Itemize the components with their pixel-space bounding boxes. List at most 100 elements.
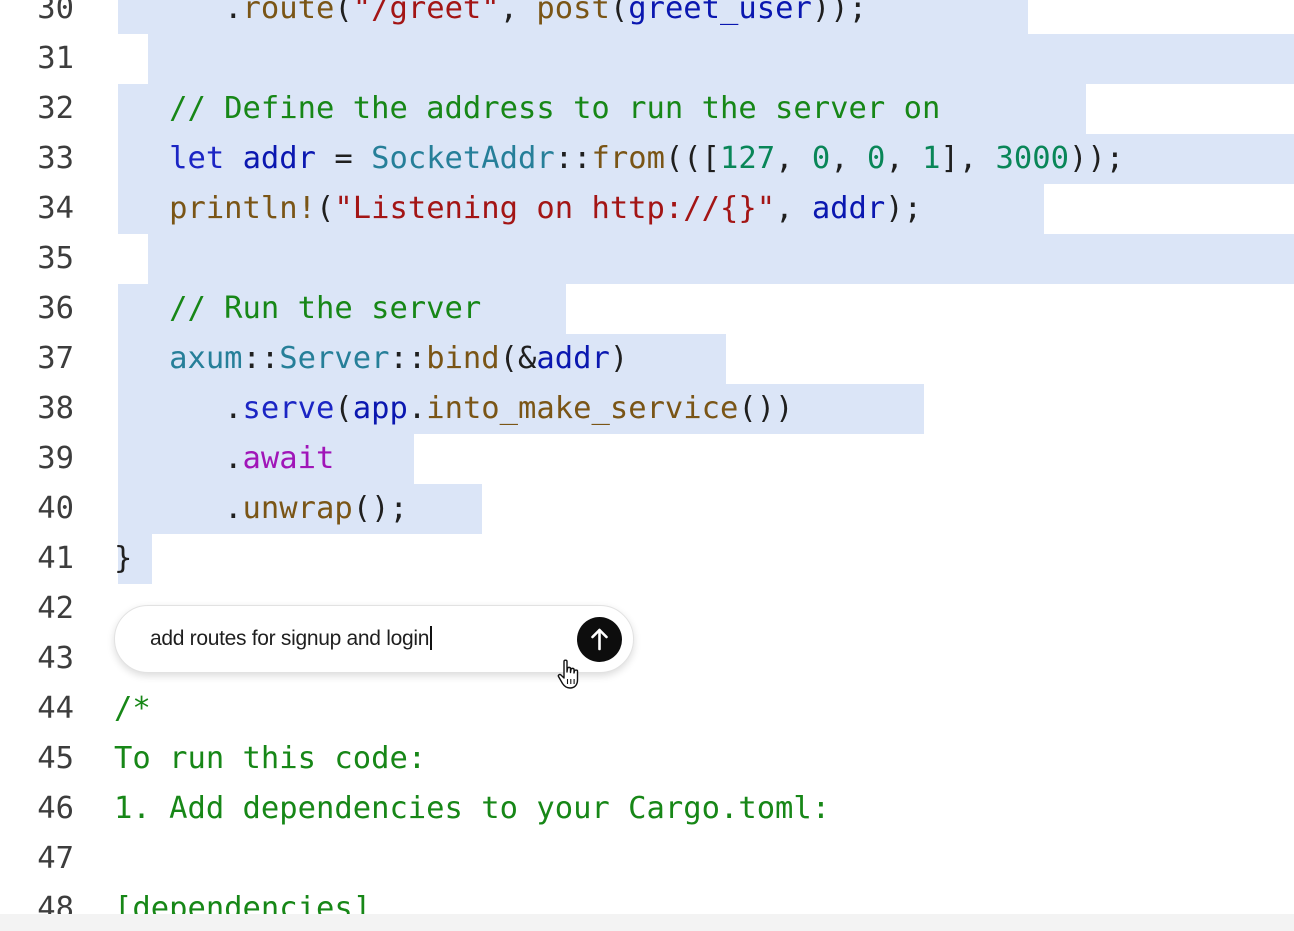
code-editor[interactable]: 30 .route("/greet", post(greet_user)); 31… — [0, 0, 1294, 914]
code-token: 1. Add dependencies to your Cargo.toml: — [114, 791, 831, 826]
line-number: 30 — [37, 0, 74, 26]
code-text: To run this code: — [114, 734, 426, 784]
code-token: route — [242, 0, 335, 26]
code-token: , — [775, 191, 812, 226]
code-token: ) — [609, 341, 629, 376]
code-token: )); — [811, 0, 867, 26]
code-line[interactable]: 48 [dependencies] — [0, 884, 1294, 914]
code-token: addr — [536, 341, 610, 376]
code-token: . — [114, 491, 243, 526]
code-line[interactable]: 46 1. Add dependencies to your Cargo.toml… — [0, 784, 1294, 834]
line-number: 40 — [37, 491, 74, 526]
text-caret — [430, 626, 432, 650]
code-token: , — [885, 141, 923, 176]
code-token: (); — [352, 491, 408, 526]
code-line[interactable]: 39 .await — [0, 434, 1294, 484]
code-text: // Run the server — [114, 284, 481, 334]
line-number: 33 — [37, 141, 74, 176]
prompt-input[interactable]: add routes for signup and login — [150, 626, 432, 651]
code-line[interactable]: 32 // Define the address to run the serv… — [0, 84, 1294, 134]
code-token: ); — [885, 191, 922, 226]
line-number: 42 — [37, 591, 74, 626]
code-token: , — [499, 0, 537, 26]
code-token: (([ — [664, 141, 721, 176]
line-number: 48 — [37, 891, 74, 914]
code-token: // Run the server — [114, 291, 482, 326]
code-token: :: — [554, 141, 592, 176]
code-text: .await — [114, 434, 334, 484]
line-number: 31 — [37, 41, 74, 76]
code-line[interactable]: 31 — [0, 34, 1294, 84]
selection-highlight — [148, 34, 1294, 84]
code-line[interactable]: 45 To run this code: — [0, 734, 1294, 784]
code-token: , — [830, 141, 867, 176]
code-token: // Define the address to run the server … — [114, 91, 941, 126]
code-line[interactable]: 30 .route("/greet", post(greet_user)); — [0, 0, 1294, 34]
code-token: ( — [316, 191, 335, 226]
code-text: 1. Add dependencies to your Cargo.toml: — [114, 784, 830, 834]
line-number: 39 — [37, 441, 74, 476]
code-line[interactable]: 47 — [0, 834, 1294, 884]
code-token: "/greet" — [352, 0, 500, 26]
code-text: .unwrap(); — [114, 484, 408, 534]
code-line[interactable]: 36 // Run the server — [0, 284, 1294, 334]
line-number: 36 — [37, 291, 74, 326]
code-token: let — [169, 141, 225, 176]
code-text: // Define the address to run the server … — [114, 84, 940, 134]
code-token: addr — [242, 141, 317, 176]
code-line[interactable]: 34 println!("Listening on http://{}", ad… — [0, 184, 1294, 234]
line-number: 37 — [37, 341, 74, 376]
code-token: . — [114, 441, 243, 476]
code-token: axum — [169, 341, 243, 376]
code-token: SocketAddr — [371, 141, 555, 176]
line-number: 45 — [37, 741, 74, 776]
code-text: println!("Listening on http://{}", addr)… — [114, 184, 922, 234]
code-token: "Listening on http://{}" — [334, 191, 776, 226]
code-token: )); — [1069, 141, 1125, 176]
code-text: .serve(app.into_make_service()) — [114, 384, 793, 434]
code-token: 0 — [811, 141, 831, 176]
code-line[interactable]: 41} — [0, 534, 1294, 584]
line-number: 44 — [37, 691, 74, 726]
send-button[interactable] — [577, 617, 622, 662]
code-token: 1 — [922, 141, 941, 176]
code-token: ], — [940, 141, 996, 176]
line-number: 35 — [37, 241, 74, 276]
code-line[interactable]: 44 /* — [0, 684, 1294, 734]
code-token: . — [407, 391, 427, 426]
code-token: 0 — [866, 141, 886, 176]
code-line[interactable]: 35 — [0, 234, 1294, 284]
code-line[interactable]: 40 .unwrap(); — [0, 484, 1294, 534]
code-text: .route("/greet", post(greet_user)); — [114, 0, 867, 34]
code-token: = — [316, 141, 372, 176]
code-text: axum::Server::bind(&addr) — [114, 334, 628, 384]
editor-bottom-bar — [0, 914, 1294, 931]
code-line[interactable]: 37 axum::Server::bind(&addr) — [0, 334, 1294, 384]
line-number: 47 — [37, 841, 74, 876]
hand-pointer-icon — [557, 659, 579, 689]
code-text: let addr = SocketAddr::from(([127, 0, 0,… — [114, 134, 1124, 184]
code-token: [dependencies] — [114, 891, 372, 914]
code-token: unwrap — [242, 491, 353, 526]
code-line[interactable]: 38 .serve(app.into_make_service()) — [0, 384, 1294, 434]
code-token: , — [775, 141, 812, 176]
code-token: greet_user — [628, 0, 812, 26]
line-number: 34 — [37, 191, 74, 226]
prompt-input-text: add routes for signup and login — [150, 627, 430, 650]
code-token: app — [352, 391, 408, 426]
code-token: (& — [499, 341, 537, 376]
code-text: [dependencies] — [114, 884, 371, 914]
line-number: 43 — [37, 641, 74, 676]
code-token: addr — [811, 191, 886, 226]
code-token: /* — [114, 691, 151, 726]
code-line[interactable]: 33 let addr = SocketAddr::from(([127, 0,… — [0, 134, 1294, 184]
code-text: /* — [114, 684, 151, 734]
code-token: 3000 — [995, 141, 1069, 176]
code-token: . — [114, 391, 243, 426]
code-token: To run this code: — [114, 741, 427, 776]
code-token: ( — [334, 391, 353, 426]
